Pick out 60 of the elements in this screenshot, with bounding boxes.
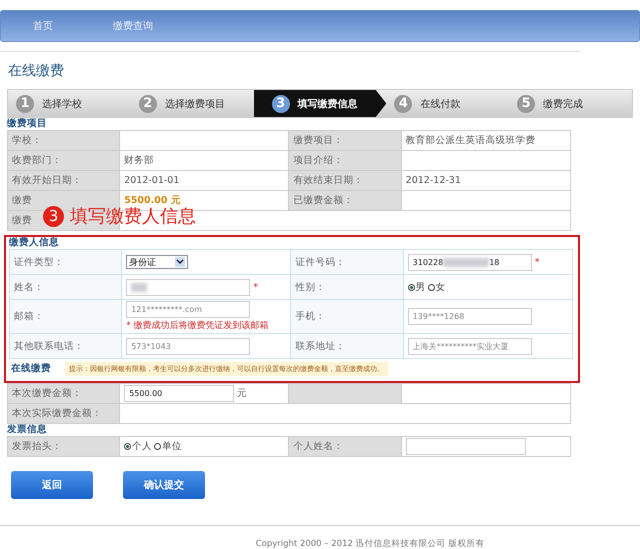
- field-label: 缴费: [12, 215, 32, 226]
- field-label: 个人姓名：: [288, 436, 402, 456]
- field-label: 姓名：: [10, 274, 122, 300]
- field-label: 学校：: [12, 135, 42, 146]
- submit-button[interactable]: 确认提交: [123, 471, 205, 499]
- radio-button[interactable]: 女: [428, 280, 446, 294]
- input-field[interactable]: 5500.00: [124, 385, 234, 402]
- required-mark: *: [253, 282, 258, 293]
- field-label: 已缴费金额：: [293, 195, 354, 206]
- field-label: 有效开始日期：: [12, 175, 82, 186]
- dropdown-icon: [175, 257, 186, 267]
- radio-button[interactable]: 单位: [154, 440, 182, 453]
- field-label: 邮箱：: [10, 300, 122, 334]
- section-title: 在线缴费: [11, 363, 51, 375]
- id-type-select[interactable]: 身份证: [126, 255, 188, 269]
- step: 4 在线付款: [386, 90, 510, 117]
- field-value: 5500.00 元: [124, 195, 181, 206]
- unit-label: 元: [237, 388, 248, 400]
- section-title: 缴费人信息: [9, 237, 60, 249]
- copyright-text: Copyright 2000 – 2012 迅付信息科技有限公司 版权所有: [256, 539, 484, 549]
- step: 3 填写缴费信息: [254, 90, 386, 117]
- field-label: 联系地址：: [290, 334, 404, 358]
- field-label: 证件类型：: [10, 250, 122, 274]
- step: 5 缴费完成: [509, 90, 632, 117]
- input-field[interactable]: 573*1043: [126, 338, 250, 354]
- field-label: 收费部门：: [12, 155, 62, 166]
- input-field[interactable]: 139****1268: [408, 308, 532, 325]
- field-label: 发票抬头：: [8, 436, 120, 456]
- input-field[interactable]: 121*********.com: [126, 301, 250, 318]
- page-title: 在线缴费: [8, 62, 65, 80]
- email-note: * 缴费成功后将缴费凭证发到该邮箱: [126, 320, 270, 332]
- annotation-text: 填写缴费人信息: [70, 205, 196, 228]
- field-label: 本次缴费金额：: [8, 384, 120, 404]
- field-value: 2012-01-01: [124, 175, 180, 186]
- field-label: 其他联系电话：: [10, 334, 122, 358]
- input-field[interactable]: [126, 278, 250, 296]
- input-field[interactable]: [406, 438, 526, 455]
- field-label: 手机：: [290, 300, 404, 334]
- step: 1 选择学校: [8, 90, 131, 117]
- radio-button[interactable]: 男: [408, 280, 426, 294]
- input-field[interactable]: 310228 18: [408, 254, 532, 270]
- field-label: 有效结束日期：: [293, 175, 364, 186]
- field-label: 项目介绍：: [293, 155, 344, 166]
- field-label: 缴费: [12, 195, 32, 206]
- field-label: 证件号码：: [290, 250, 404, 274]
- section-title: 缴费项目: [7, 118, 48, 130]
- field-value: 2012-12-31: [406, 175, 461, 186]
- field-value: 教育部公派生英语高级班学费: [406, 135, 536, 146]
- field-value: 财务部: [124, 155, 154, 166]
- nav-link[interactable]: 首页: [33, 19, 53, 33]
- field-label: 性别：: [290, 274, 404, 300]
- required-mark: *: [534, 256, 540, 268]
- radio-button[interactable]: 个人: [124, 440, 152, 453]
- section-title: 发票信息: [7, 424, 48, 436]
- step: 2 选择缴费项目: [130, 90, 254, 117]
- field-label: 缴费项目：: [293, 135, 344, 146]
- nav-link[interactable]: 缴费查询: [113, 19, 153, 33]
- field-label: 本次实际缴费金额：: [8, 404, 120, 424]
- back-button[interactable]: 返回: [11, 471, 93, 499]
- input-field[interactable]: 上海关**********实业大厦: [408, 338, 532, 354]
